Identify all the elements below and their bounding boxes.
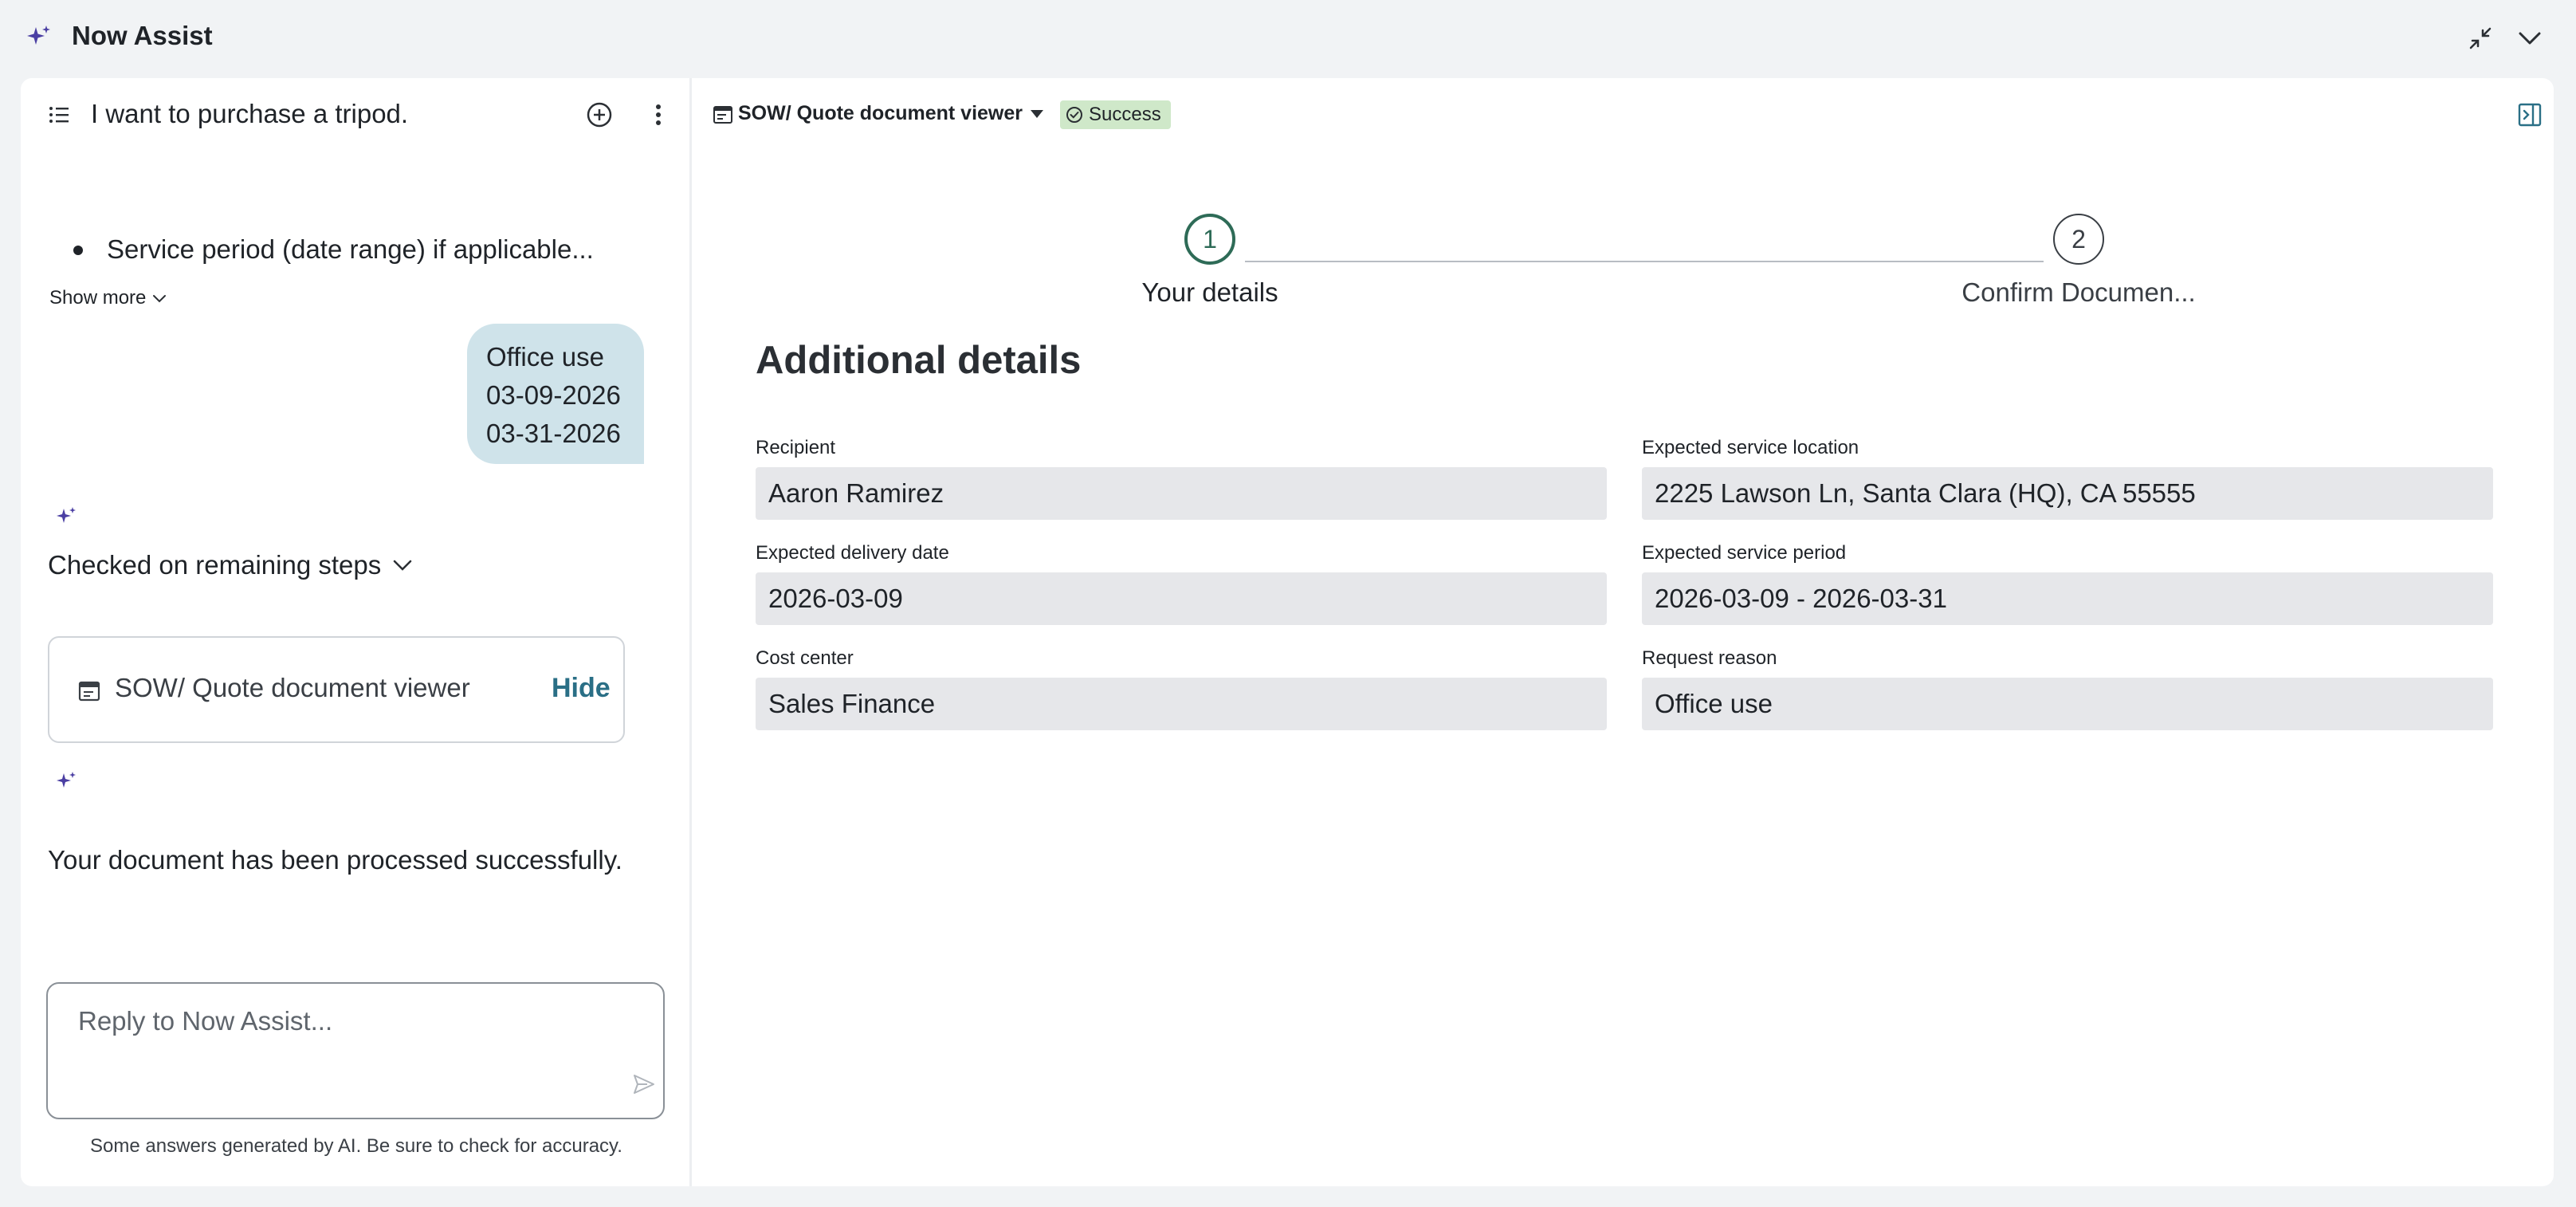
show-more-button[interactable]: Show more: [49, 287, 167, 309]
step-1-label: Your details: [1141, 277, 1278, 307]
caret-down-icon[interactable]: [1030, 108, 1044, 120]
conversation-pane: I want to purchase a tripod. Service per…: [21, 78, 692, 1186]
hide-button[interactable]: Hide: [552, 673, 611, 704]
step-2-label: Confirm Documen...: [1961, 277, 2196, 307]
chevron-down-icon: [2519, 32, 2541, 45]
user-message-line: 03-31-2026: [486, 419, 621, 448]
collapse-window-button[interactable]: [2514, 22, 2546, 54]
progress-stepper: 1 2 Your details Confirm Documen...: [692, 214, 2554, 317]
bullet-text: Service period (date range) if applicabl…: [107, 234, 594, 264]
document-viewer-pane: SOW/ Quote document viewer Success 1 2 Y…: [692, 78, 2554, 1186]
top-bar: Now Assist: [0, 0, 2576, 75]
viewer-title[interactable]: SOW/ Quote document viewer: [738, 102, 1023, 125]
plus-circle-icon[interactable]: [583, 99, 615, 131]
collapse-panel-icon[interactable]: [2517, 102, 2543, 128]
chevron-down-icon: [153, 295, 167, 303]
service-location-field: 2225 Lawson Ln, Santa Clara (HQ), CA 555…: [1642, 467, 2493, 520]
user-message-line: 03-09-2026: [486, 380, 621, 410]
cost-center-field: Sales Finance: [756, 678, 1607, 730]
service-location-label: Expected service location: [1642, 437, 1859, 458]
sparkle-icon: [57, 772, 76, 788]
show-more-label: Show more: [49, 287, 147, 309]
status-badge: Success: [1060, 100, 1171, 129]
reply-input[interactable]: [78, 1001, 620, 1041]
delivery-date-label: Expected delivery date: [756, 542, 949, 564]
chevron-down-icon: [394, 560, 412, 571]
conversation-title: I want to purchase a tripod.: [91, 99, 409, 128]
stepper-connector: [1245, 261, 2044, 262]
ai-disclaimer: Some answers generated by AI. Be sure to…: [90, 1135, 622, 1157]
step-2-indicator[interactable]: 2: [2053, 214, 2104, 265]
kebab-icon[interactable]: [642, 99, 674, 131]
service-period-field: 2026-03-09 - 2026-03-31: [1642, 572, 2493, 625]
check-circle-icon: [1066, 107, 1082, 123]
document-viewer-icon: [78, 681, 100, 702]
document-viewer-label: SOW/ Quote document viewer: [115, 673, 470, 702]
status-text: Success: [1089, 104, 1161, 125]
viewer-header: SOW/ Quote document viewer Success: [692, 78, 2554, 151]
main-panel: I want to purchase a tripod. Service per…: [21, 78, 2554, 1186]
reply-box[interactable]: [46, 982, 665, 1119]
document-viewer-icon: [713, 106, 732, 124]
user-message-bubble: Office use 03-09-2026 03-31-2026: [467, 324, 644, 464]
request-reason-field: Office use: [1642, 678, 2493, 730]
send-icon[interactable]: [631, 1071, 657, 1097]
assistant-message: Your document has been processed success…: [48, 845, 622, 875]
cost-center-label: Cost center: [756, 647, 854, 669]
bullet-dot: [73, 246, 83, 255]
step-1-indicator[interactable]: 1: [1184, 214, 1235, 265]
app-title: Now Assist: [72, 21, 213, 50]
list-icon[interactable]: [48, 104, 70, 126]
request-reason-label: Request reason: [1642, 647, 1777, 669]
minimize-icon: [2469, 27, 2492, 49]
document-viewer-card[interactable]: SOW/ Quote document viewer Hide: [48, 636, 625, 743]
sparkle-icon: [57, 507, 76, 523]
recipient-label: Recipient: [756, 437, 836, 458]
checked-steps-label: Checked on remaining steps: [48, 550, 382, 580]
user-message-line: Office use: [486, 342, 604, 372]
sparkle-icon: [27, 26, 50, 45]
service-period-label: Expected service period: [1642, 542, 1847, 564]
conversation-header: I want to purchase a tripod.: [21, 78, 692, 151]
delivery-date-field: 2026-03-09: [756, 572, 1607, 625]
recipient-field: Aaron Ramirez: [756, 467, 1607, 520]
minimize-button[interactable]: [2464, 22, 2496, 54]
checked-steps-toggle[interactable]: Checked on remaining steps: [48, 550, 413, 580]
section-title: Additional details: [756, 339, 1082, 382]
